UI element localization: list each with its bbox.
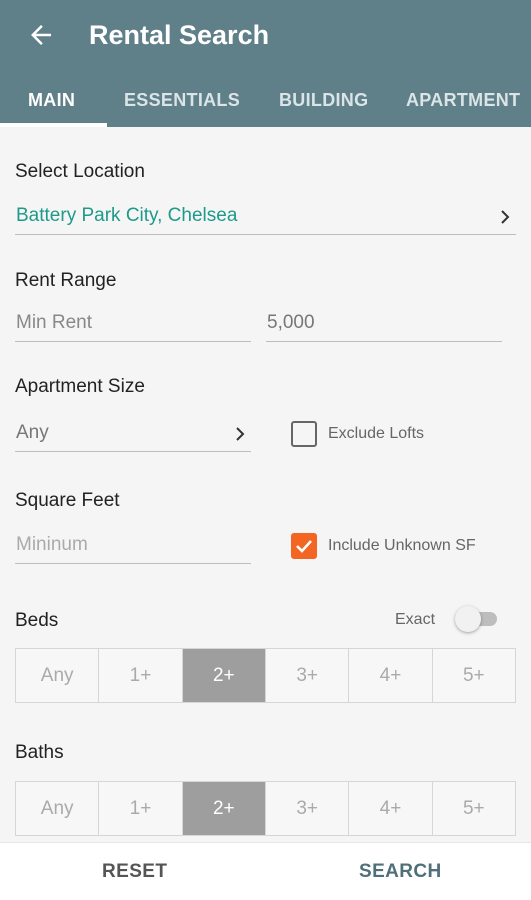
beds-option-2-plus[interactable]: 2+ [182, 649, 266, 702]
search-button[interactable]: SEARCH [359, 861, 442, 883]
back-button[interactable] [24, 18, 58, 52]
filter-form: Select Location Battery Park City, Chels… [0, 127, 531, 842]
location-value: Battery Park City, Chelsea [16, 205, 238, 226]
include-unknown-sf-checkbox[interactable] [291, 533, 317, 559]
tab-building[interactable]: BUILDING [279, 90, 368, 111]
square-feet-label: Square Feet [15, 490, 120, 511]
min-square-feet-field[interactable]: Mininum [15, 530, 251, 564]
arrow-left-icon [31, 25, 51, 45]
tab-essentials[interactable]: ESSENTIALS [124, 90, 240, 111]
beds-option-5-plus[interactable]: 5+ [433, 649, 515, 702]
beds-label: Beds [15, 610, 59, 631]
location-selector[interactable]: Battery Park City, Chelsea [15, 201, 516, 235]
beds-option-4-plus[interactable]: 4+ [349, 649, 433, 702]
toggle-thumb [455, 606, 481, 632]
tab-bar: MAIN ESSENTIALS BUILDING APARTMENT [0, 78, 531, 127]
tab-main[interactable]: MAIN [28, 90, 75, 111]
baths-option-4-plus[interactable]: 4+ [349, 782, 433, 835]
baths-option-5-plus[interactable]: 5+ [433, 782, 515, 835]
apartment-size-value: Any [16, 422, 49, 443]
location-label: Select Location [15, 161, 145, 182]
action-bar: RESET SEARCH [0, 842, 531, 900]
rent-range-label: Rent Range [15, 270, 117, 291]
min-rent-field[interactable]: Min Rent [15, 308, 251, 342]
app-bar: Rental Search MAIN ESSENTIALS BUILDING A… [0, 0, 531, 127]
reset-button[interactable]: RESET [102, 861, 167, 883]
baths-option-1-plus[interactable]: 1+ [99, 782, 183, 835]
beds-option-any[interactable]: Any [16, 649, 100, 702]
apartment-size-selector[interactable]: Any [15, 418, 251, 452]
exclude-lofts-label: Exclude Lofts [328, 425, 425, 442]
min-square-feet-placeholder: Mininum [16, 534, 88, 555]
baths-option-any[interactable]: Any [16, 782, 100, 835]
apartment-size-label: Apartment Size [15, 376, 145, 397]
max-rent-value: 5,000 [267, 312, 315, 333]
baths-option-2-plus[interactable]: 2+ [182, 782, 266, 835]
page-title: Rental Search [89, 20, 270, 50]
max-rent-field[interactable]: 5,000 [266, 308, 502, 342]
beds-option-3-plus[interactable]: 3+ [266, 649, 350, 702]
exact-toggle[interactable] [455, 604, 501, 634]
include-unknown-sf-label: Include Unknown SF [328, 537, 476, 554]
beds-selector: Any 1+ 2+ 3+ 4+ 5+ [15, 648, 516, 703]
baths-selector: Any 1+ 2+ 3+ 4+ 5+ [15, 781, 516, 836]
beds-option-1-plus[interactable]: 1+ [99, 649, 183, 702]
chevron-right-icon [236, 427, 245, 441]
exclude-lofts-checkbox[interactable] [291, 421, 317, 447]
tab-apartment[interactable]: APARTMENT [406, 90, 520, 111]
exact-label: Exact [395, 611, 436, 628]
baths-option-3-plus[interactable]: 3+ [266, 782, 350, 835]
min-rent-placeholder: Min Rent [16, 312, 93, 333]
checkmark-icon [296, 540, 312, 553]
baths-label: Baths [15, 742, 64, 763]
chevron-right-icon [501, 210, 510, 224]
